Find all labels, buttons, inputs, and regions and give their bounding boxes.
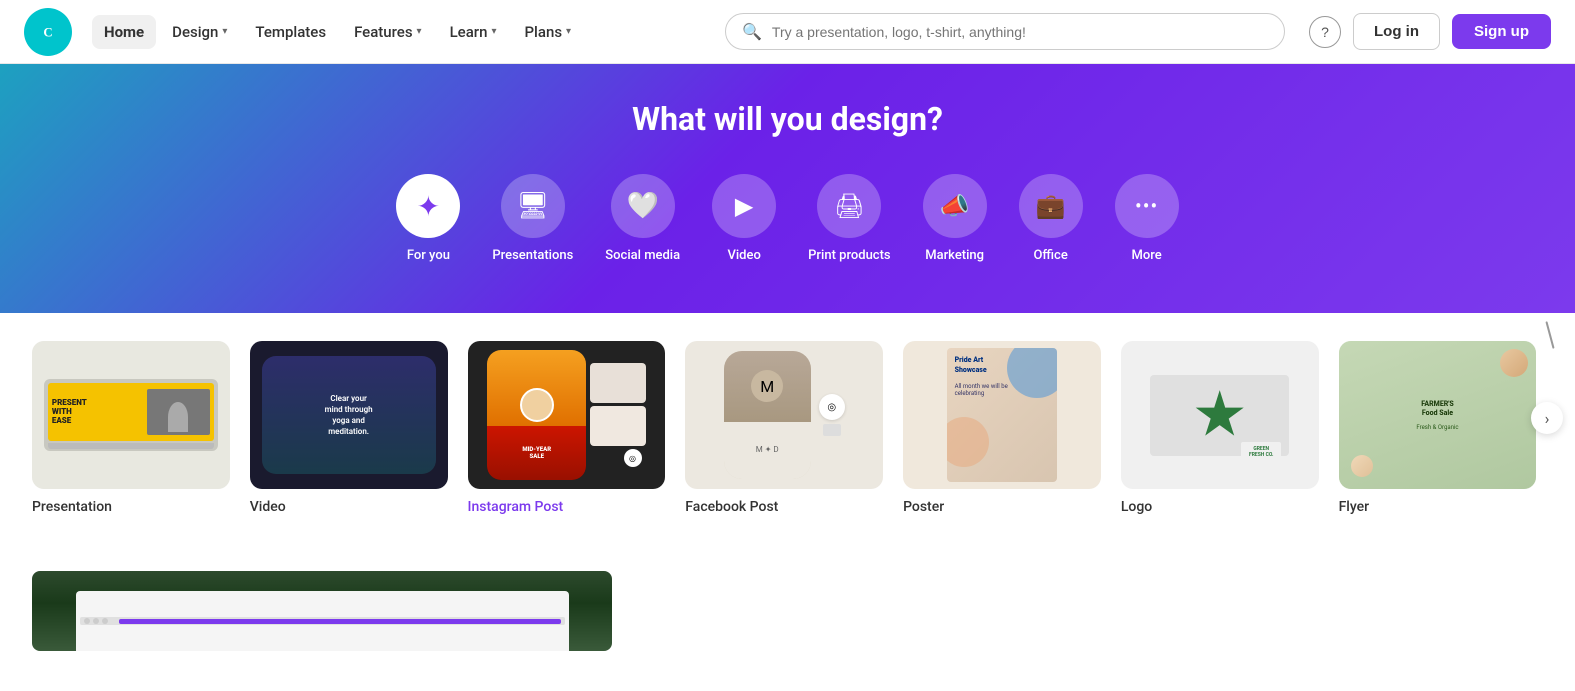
card-logo-label: Logo [1121,499,1319,515]
category-marketing[interactable]: 📣 Marketing [923,174,987,263]
card-instagram-thumb: MID-YEARSALE ◎ [468,341,666,489]
card-facebook-thumb: M M ✦ D ◎ [685,341,883,489]
card-video[interactable]: Clear yourmind throughyoga andmeditation… [250,341,448,515]
bar-dot-1 [84,618,90,624]
bottom-preview-image [32,571,612,651]
categories-row: ✦ For you 🖥 Presentations 🤍 Social media… [24,174,1551,263]
card-instagram-post[interactable]: MID-YEARSALE ◎ Instagram Post [468,341,666,515]
nav-home[interactable]: Home [92,15,156,49]
bottom-preview-screen [76,591,569,651]
help-button[interactable]: ? [1309,16,1341,48]
category-social-media-label: Social media [605,248,680,263]
signup-button[interactable]: Sign up [1452,14,1551,49]
category-office-icon: 💼 [1019,174,1083,238]
bar-dot-2 [93,618,99,624]
card-facebook-label: Facebook Post [685,499,883,515]
category-print-products-icon: 🖨 [817,174,881,238]
category-marketing-label: Marketing [925,248,984,263]
category-print-products-label: Print products [808,248,890,263]
search-input[interactable] [772,24,1268,40]
hero-section: What will you design? ✦ For you 🖥 Presen… [0,64,1575,313]
card-flyer-thumb: FARMER'SFood Sale Fresh & Organic [1339,341,1537,489]
card-presentation[interactable]: PRESENTWITHEASE Presentation [32,341,230,515]
search-bar[interactable]: 🔍 [725,13,1285,50]
category-more-icon: ••• [1115,174,1179,238]
category-more[interactable]: ••• More [1115,174,1179,263]
category-print-products[interactable]: 🖨 Print products [808,174,890,263]
category-office-label: Office [1033,248,1067,263]
card-flyer-label: Flyer [1339,499,1537,515]
category-video-icon: ▶ [712,174,776,238]
card-poster-label: Poster [903,499,1101,515]
category-presentations[interactable]: 🖥 Presentations [492,174,573,263]
category-for-you-icon: ✦ [396,174,460,238]
navbar: C Home Design ▾ Templates Features ▾ Lea… [0,0,1575,64]
card-poster-thumb: Pride ArtShowcase All month we will bece… [903,341,1101,489]
hero-title: What will you design? [24,100,1551,138]
svg-text:C: C [43,25,52,39]
canva-logo[interactable]: C [24,8,72,56]
card-flyer[interactable]: FARMER'SFood Sale Fresh & Organic Flyer [1339,341,1537,515]
card-video-label: Video [250,499,448,515]
category-video-label: Video [727,248,760,263]
learn-chevron-icon: ▾ [491,26,496,37]
bottom-preview-bar [80,617,565,625]
features-chevron-icon: ▾ [417,26,422,37]
card-logo[interactable]: GREENFRESH CO. Logo [1121,341,1319,515]
nav-links: Home Design ▾ Templates Features ▾ Learn… [92,15,709,49]
category-for-you[interactable]: ✦ For you [396,174,460,263]
plans-chevron-icon: ▾ [566,26,571,37]
cards-section: PRESENTWITHEASE Presentation Clear your [0,313,1575,531]
nav-learn[interactable]: Learn ▾ [438,15,509,49]
next-arrow[interactable]: › [1531,402,1563,434]
category-marketing-icon: 📣 [923,174,987,238]
card-poster[interactable]: Pride ArtShowcase All month we will bece… [903,341,1101,515]
bar-cta [119,619,561,624]
nav-design[interactable]: Design ▾ [160,15,239,49]
card-video-thumb: Clear yourmind throughyoga andmeditation… [250,341,448,489]
card-presentation-thumb: PRESENTWITHEASE [32,341,230,489]
nav-plans[interactable]: Plans ▾ [512,15,583,49]
category-presentations-label: Presentations [492,248,573,263]
nav-right: ? Log in Sign up [1309,13,1551,50]
category-presentations-icon: 🖥 [501,174,565,238]
nav-features[interactable]: Features ▾ [342,15,434,49]
category-more-label: More [1132,248,1162,263]
bottom-preview-section [0,531,1575,691]
category-for-you-label: For you [407,248,450,263]
category-video[interactable]: ▶ Video [712,174,776,263]
category-social-media-icon: 🤍 [611,174,675,238]
card-logo-thumb: GREENFRESH CO. [1121,341,1319,489]
bar-dot-3 [102,618,108,624]
design-chevron-icon: ▾ [222,26,227,37]
category-social-media[interactable]: 🤍 Social media [605,174,680,263]
card-presentation-label: Presentation [32,499,230,515]
category-office[interactable]: 💼 Office [1019,174,1083,263]
card-instagram-label: Instagram Post [468,499,666,515]
card-facebook-post[interactable]: M M ✦ D ◎ Facebook Post [685,341,883,515]
cards-row: PRESENTWITHEASE Presentation Clear your [32,341,1543,515]
login-button[interactable]: Log in [1353,13,1440,50]
nav-templates[interactable]: Templates [243,15,338,49]
search-icon: 🔍 [742,22,762,41]
